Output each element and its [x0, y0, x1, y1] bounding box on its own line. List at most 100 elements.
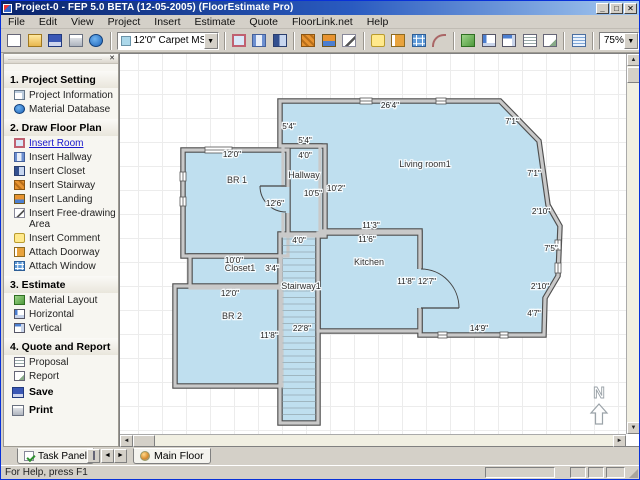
sidebar-item-insert-landing[interactable]: Insert Landing — [4, 192, 118, 206]
sidebar-item-label: Horizontal — [29, 309, 74, 320]
insert-landing-button[interactable] — [319, 30, 340, 51]
tab-scroll-left-icon[interactable]: ◄ — [101, 449, 114, 463]
sidebar-item-label: Material Layout — [29, 295, 97, 306]
vertical-scrollbar[interactable]: ▲ ▼ — [626, 54, 639, 434]
close-icon[interactable]: ✕ — [108, 55, 116, 63]
scroll-left-icon[interactable]: ◄ — [120, 435, 133, 447]
document-view-icon — [572, 34, 586, 47]
section-header: 1. Project Setting — [4, 71, 118, 88]
sidebar-item-label: Vertical — [29, 323, 62, 334]
dimension-label: 12'0" — [223, 150, 241, 159]
dimension-label: 2'10" — [532, 207, 550, 216]
horizontal-scrollbar[interactable]: ◄ ► — [120, 434, 626, 446]
print-button[interactable] — [66, 30, 87, 51]
sidebar-item-insert-free-drawing-area[interactable]: Insert Free-drawing Area — [4, 206, 118, 231]
dimension-label: 2'10" — [531, 282, 549, 291]
sidebar-item-material-layout[interactable]: Material Layout — [4, 293, 118, 307]
task-panel-tab-label: Task Panel — [38, 451, 87, 462]
sidebar-item-insert-closet[interactable]: Insert Closet — [4, 164, 118, 178]
menu-item-quote[interactable]: Quote — [242, 15, 285, 29]
tab-task-panel[interactable]: Task Panel — [17, 448, 94, 464]
menu-item-insert[interactable]: Insert — [147, 15, 187, 29]
sidebar-item-proposal[interactable]: Proposal — [4, 355, 118, 369]
menu-item-project[interactable]: Project — [101, 15, 148, 29]
material-selector[interactable]: 12'0" Carpet MSU ▼ — [117, 32, 219, 50]
scroll-down-icon[interactable]: ▼ — [627, 422, 640, 434]
vertical-scroll-thumb[interactable] — [627, 67, 640, 83]
floor-plan-area[interactable]: BR 1HallwayLiving room1KitchenCloset1BR … — [120, 54, 626, 434]
sidebar-item-project-information[interactable]: Project Information — [4, 88, 118, 102]
sidebar-item-insert-hallway[interactable]: Insert Hallway — [4, 150, 118, 164]
sidebar-item-vertical[interactable]: Vertical — [4, 321, 118, 335]
insert-freedrawing-button[interactable] — [339, 30, 360, 51]
insert-freedrawing-icon — [342, 34, 356, 47]
insert-hallway-icon — [14, 152, 25, 162]
sidebar-item-insert-comment[interactable]: Insert Comment — [4, 231, 118, 245]
project-information-icon — [14, 90, 25, 100]
dimension-label: 22'8" — [293, 324, 311, 333]
horizontal-layout-icon — [482, 34, 496, 47]
save-icon — [12, 387, 24, 398]
insert-stairway-button[interactable] — [298, 30, 319, 51]
scroll-up-icon[interactable]: ▲ — [627, 54, 640, 66]
sidebar-item-insert-stairway[interactable]: Insert Stairway — [4, 178, 118, 192]
horizontal-scroll-thumb[interactable] — [133, 435, 155, 447]
tab-scroll-right-icon[interactable]: ► — [114, 449, 127, 463]
floor-plan[interactable]: BR 1HallwayLiving room1KitchenCloset1BR … — [120, 54, 626, 434]
sidebar-item-insert-room[interactable]: Insert Room — [4, 136, 118, 150]
attach-window-button[interactable] — [409, 30, 430, 51]
zoom-selector-value: 75% — [604, 35, 624, 46]
zoom-selector[interactable]: 75% ▼ — [599, 32, 639, 50]
tab-main-floor[interactable]: Main Floor — [133, 448, 211, 464]
minimize-button[interactable]: _ — [596, 3, 609, 14]
insert-hallway-button[interactable] — [249, 30, 270, 51]
room-label: Living room1 — [399, 159, 451, 169]
toolbar-separator — [224, 32, 226, 50]
report-button[interactable] — [540, 30, 561, 51]
sidebar-item-material-database[interactable]: Material Database — [4, 102, 118, 116]
sidebar-item-horizontal[interactable]: Horizontal — [4, 307, 118, 321]
document-view-button[interactable] — [568, 30, 589, 51]
menu-item-floorlinknet[interactable]: FloorLink.net — [285, 15, 360, 29]
menu-item-file[interactable]: File — [1, 15, 32, 29]
menu-item-help[interactable]: Help — [360, 15, 396, 29]
resize-grip[interactable] — [629, 469, 638, 478]
toolbar-separator — [363, 32, 365, 50]
panel-view-toggle-button[interactable] — [87, 449, 100, 463]
proposal-button[interactable] — [519, 30, 540, 51]
close-button[interactable]: ✕ — [624, 3, 637, 14]
chevron-down-icon[interactable]: ▼ — [204, 33, 218, 49]
insert-closet-button[interactable] — [270, 30, 291, 51]
maximize-button[interactable]: □ — [610, 3, 623, 14]
toolbar-separator — [563, 32, 565, 50]
draw-arc-button[interactable] — [429, 30, 450, 51]
vertical-layout-button[interactable] — [499, 30, 520, 51]
main-floor-tab-label: Main Floor — [154, 450, 204, 462]
new-document-button[interactable] — [4, 30, 25, 51]
drawing-canvas[interactable]: BR 1HallwayLiving room1KitchenCloset1BR … — [119, 53, 639, 447]
save-project-button[interactable] — [45, 30, 66, 51]
panel-grip[interactable] — [8, 58, 102, 60]
menu-item-edit[interactable]: Edit — [32, 15, 64, 29]
sidebar-item-report[interactable]: Report — [4, 369, 118, 383]
save-project-icon — [48, 34, 62, 47]
material-layout-button[interactable] — [458, 30, 479, 51]
chevron-down-icon[interactable]: ▼ — [624, 33, 638, 49]
menu-item-view[interactable]: View — [64, 15, 101, 29]
sidebar-item-attach-doorway[interactable]: Attach Doorway — [4, 245, 118, 259]
status-cell — [606, 467, 625, 478]
menu-item-estimate[interactable]: Estimate — [188, 15, 243, 29]
open-project-button[interactable] — [25, 30, 46, 51]
attach-doorway-button[interactable] — [388, 30, 409, 51]
scroll-right-icon[interactable]: ► — [613, 435, 626, 447]
material-database-button[interactable] — [86, 30, 107, 51]
sidebar-item-label: Insert Hallway — [29, 152, 92, 163]
horizontal-layout-button[interactable] — [478, 30, 499, 51]
insert-closet-icon — [273, 34, 287, 47]
dimension-label: 11'3" — [362, 221, 380, 230]
sidebar-action-print[interactable]: Print — [4, 401, 118, 419]
insert-room-button[interactable] — [229, 30, 250, 51]
sidebar-item-attach-window[interactable]: Attach Window — [4, 259, 118, 273]
sidebar-action-save[interactable]: Save — [4, 383, 118, 401]
insert-comment-button[interactable] — [368, 30, 389, 51]
